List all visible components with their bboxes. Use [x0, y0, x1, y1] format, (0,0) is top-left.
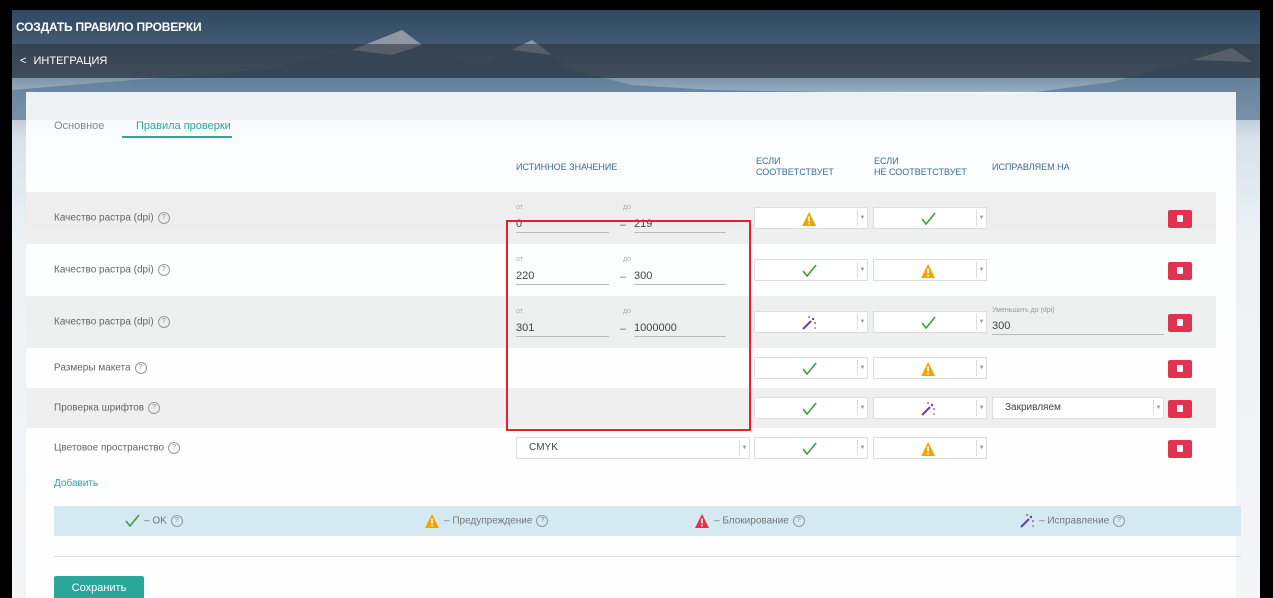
warning-icon: [802, 212, 817, 226]
match-action-select[interactable]: ▼: [754, 207, 868, 229]
nomatch-action-select[interactable]: ▼: [873, 357, 987, 379]
header-if-match: ЕСЛИ СООТВЕТСТВУЕТ: [756, 156, 834, 177]
rule-label: Размеры макета?: [54, 362, 147, 374]
nomatch-action-select[interactable]: ▼: [873, 397, 987, 419]
check-icon: [802, 402, 817, 416]
chevron-down-icon[interactable]: ▼: [976, 400, 986, 416]
delete-button[interactable]: [1168, 262, 1192, 280]
help-icon[interactable]: ?: [1113, 515, 1126, 527]
delete-button[interactable]: [1168, 400, 1192, 418]
tab-basic[interactable]: Основное: [54, 120, 104, 132]
divider: [54, 556, 1241, 557]
active-tab-indicator: [122, 136, 232, 138]
help-icon[interactable]: ?: [168, 442, 181, 454]
warning-icon: [425, 514, 439, 528]
magic-wand-icon: [921, 402, 935, 416]
fix-field-label: Уменьшить до (dpi): [992, 307, 1055, 314]
highlight-box: [506, 220, 751, 431]
fix-action-value: Закривляем: [1005, 402, 1061, 413]
fix-field-input[interactable]: 300: [992, 320, 1164, 335]
chevron-down-icon[interactable]: ▼: [976, 262, 986, 278]
chevron-down-icon[interactable]: ▼: [976, 440, 986, 456]
delete-button[interactable]: [1168, 314, 1192, 332]
warning-icon: [921, 264, 936, 278]
delete-button[interactable]: [1168, 360, 1192, 378]
match-action-select[interactable]: ▼: [754, 437, 868, 459]
header-true-value: ИСТИННОЕ ЗНАЧЕНИЕ: [516, 162, 618, 172]
nomatch-action-select[interactable]: ▼: [873, 207, 987, 229]
breadcrumb-back-label[interactable]: ИНТЕГРАЦИЯ: [34, 55, 108, 67]
match-action-select[interactable]: ▼: [754, 259, 868, 281]
help-icon[interactable]: ?: [157, 264, 170, 276]
chevron-down-icon[interactable]: ▼: [1153, 400, 1163, 416]
delete-button[interactable]: [1168, 440, 1192, 458]
magic-wand-icon: [802, 316, 816, 330]
chevron-down-icon[interactable]: ▼: [857, 210, 867, 226]
match-action-select[interactable]: ▼: [754, 357, 868, 379]
help-icon[interactable]: ?: [157, 316, 170, 328]
legend-bar: – OK? – Предупреждение? – Блокирование? …: [54, 506, 1241, 536]
delete-button[interactable]: [1168, 210, 1192, 228]
legend-item-ok: – OK?: [124, 513, 183, 529]
fix-action-select[interactable]: Закривляем ▼: [992, 397, 1164, 419]
app-window: СОЗДАТЬ ПРАВИЛО ПРОВЕРКИ < ИНТЕГРАЦИЯ Ос…: [12, 10, 1260, 598]
chevron-down-icon[interactable]: ▼: [976, 360, 986, 376]
rule-label: Качество растра (dpi)?: [54, 264, 170, 276]
help-icon[interactable]: ?: [170, 515, 183, 527]
check-icon: [921, 212, 936, 226]
chevron-down-icon[interactable]: ▼: [857, 400, 867, 416]
header-if-not-match: ЕСЛИ НЕ СООТВЕТСТВУЕТ: [874, 156, 967, 177]
range-to-label: до: [623, 204, 631, 211]
chevron-down-icon[interactable]: ▼: [739, 440, 749, 456]
tab-rules[interactable]: Правила проверки: [122, 120, 245, 132]
warning-icon: [921, 442, 936, 456]
check-icon: [802, 264, 817, 278]
help-icon[interactable]: ?: [792, 515, 805, 527]
check-icon: [125, 514, 140, 528]
help-icon[interactable]: ?: [157, 212, 170, 224]
legend-item-fix: – Исправление?: [1019, 513, 1126, 529]
rule-label: Проверка шрифтов?: [54, 402, 161, 414]
rule-label: Качество растра (dpi)?: [54, 212, 170, 224]
check-icon: [802, 442, 817, 456]
range-from-label: от: [516, 204, 523, 211]
add-rule-link[interactable]: Добавить: [54, 478, 98, 489]
chevron-down-icon[interactable]: ▼: [857, 440, 867, 456]
value-select[interactable]: CMYK ▼: [516, 437, 750, 459]
check-icon: [921, 316, 936, 330]
header-fix-to: ИСПРАВЛЯЕМ НА: [992, 162, 1070, 172]
block-icon: [695, 514, 709, 528]
chevron-down-icon[interactable]: ▼: [976, 210, 986, 226]
legend-item-block: – Блокирование?: [694, 513, 805, 529]
rule-row: Цветовое пространство? CMYK ▼ ▼ ▼: [26, 428, 1216, 468]
breadcrumb[interactable]: < ИНТЕГРАЦИЯ: [12, 44, 1260, 78]
warning-icon: [921, 362, 936, 376]
value-select-text: CMYK: [529, 442, 558, 453]
help-icon[interactable]: ?: [134, 362, 147, 374]
nomatch-action-select[interactable]: ▼: [873, 259, 987, 281]
nomatch-action-select[interactable]: ▼: [873, 311, 987, 333]
save-button[interactable]: Сохранить: [54, 576, 144, 598]
nomatch-action-select[interactable]: ▼: [873, 437, 987, 459]
help-icon[interactable]: ?: [536, 515, 549, 527]
help-icon[interactable]: ?: [148, 402, 161, 414]
rules-panel: Основное Правила проверки ИСТИННОЕ ЗНАЧЕ…: [26, 92, 1241, 598]
chevron-down-icon[interactable]: ▼: [976, 314, 986, 330]
check-icon: [802, 362, 817, 376]
chevron-down-icon[interactable]: ▼: [857, 360, 867, 376]
chevron-down-icon[interactable]: ▼: [857, 262, 867, 278]
magic-wand-icon: [1020, 514, 1034, 528]
match-action-select[interactable]: ▼: [754, 311, 868, 333]
rule-label: Цветовое пространство?: [54, 442, 181, 454]
match-action-select[interactable]: ▼: [754, 397, 868, 419]
chevron-down-icon[interactable]: ▼: [857, 314, 867, 330]
rule-label: Качество растра (dpi)?: [54, 316, 170, 328]
legend-item-warning: – Предупреждение?: [424, 513, 549, 529]
page-title: СОЗДАТЬ ПРАВИЛО ПРОВЕРКИ: [12, 10, 1260, 44]
chevron-left-icon[interactable]: <: [20, 55, 26, 67]
